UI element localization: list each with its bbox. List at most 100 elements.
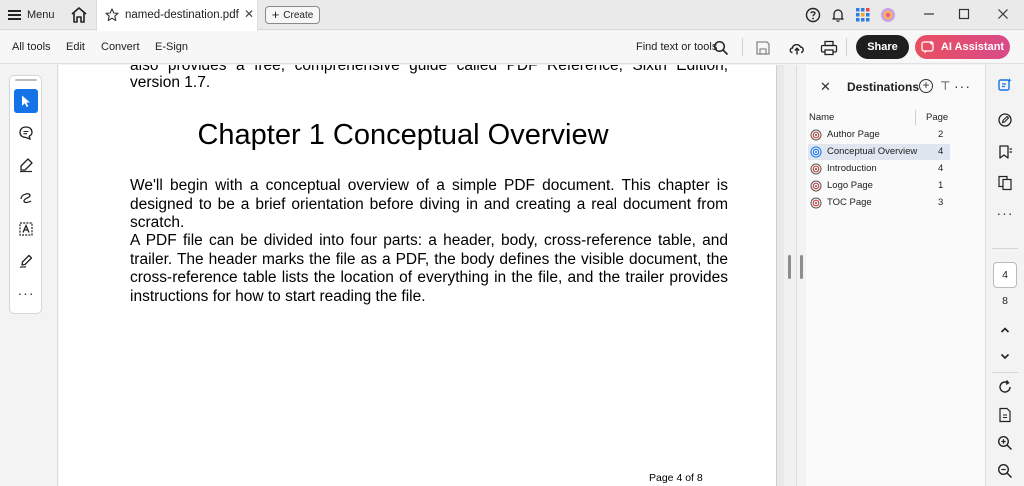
highlight-tool-button[interactable] [14,153,38,177]
maximize-button[interactable] [947,0,981,28]
chevron-up-icon [1000,327,1010,333]
panel-more-icon[interactable]: ··· [954,78,971,94]
destination-name: Introduction [827,163,877,174]
previous-page-button[interactable] [994,319,1016,341]
all-tools-link[interactable]: All tools [12,41,51,53]
panel-title: Destinations [847,80,920,94]
left-tool-rail: ··· [0,65,58,486]
rotate-icon [999,380,1011,393]
column-header-name[interactable]: Name [809,112,834,123]
help-button[interactable] [800,5,825,25]
destination-target-icon [810,163,822,175]
zoom-out-icon [997,463,1013,479]
search-button[interactable] [710,37,732,59]
total-pages: 8 [1002,295,1008,307]
tab-close-icon[interactable]: ✕ [243,8,255,20]
more-panels-icon[interactable]: ··· [994,202,1016,224]
destination-row-selected[interactable]: Conceptual Overview 4 [808,144,950,160]
document-tab[interactable]: named-destination.pdf ✕ [96,0,258,31]
zoom-out-button[interactable] [994,460,1016,482]
ai-edit-icon [998,78,1012,91]
document-viewer[interactable]: also provides a free, comprehensive guid… [59,65,796,486]
quick-tools-panel: ··· [9,75,42,314]
convert-link[interactable]: Convert [101,41,140,53]
panel-splitter[interactable] [796,65,806,486]
save-icon [756,41,770,55]
destination-page: 3 [938,197,944,208]
destination-name: Logo Page [827,180,873,191]
destination-target-icon [810,197,822,209]
minimize-button[interactable] [912,0,946,28]
rail-divider [992,248,1018,249]
current-page-input[interactable]: 4 [993,262,1017,288]
page-fit-icon [999,407,1011,423]
bookmarks-panel-button[interactable] [994,141,1016,163]
ai-assistant-icon [921,40,934,54]
print-icon [820,40,838,56]
notifications-button[interactable] [825,5,850,25]
paragraph-1: We'll begin with a conceptual overview o… [130,177,728,231]
share-button[interactable]: Share [856,35,909,59]
avatar [880,8,895,22]
rotate-button[interactable] [994,376,1016,398]
document-resize-handle[interactable] [788,255,791,279]
upload-button[interactable] [786,37,808,59]
title-bar: Menu named-destination.pdf ✕ + Create [0,0,1024,31]
column-header-page[interactable]: Page [926,112,948,123]
close-window-button[interactable] [986,0,1020,28]
page-fit-button[interactable] [994,404,1016,426]
pages-panel-button[interactable] [994,172,1016,194]
select-tool-button[interactable] [14,89,38,113]
destination-page: 4 [938,163,944,174]
tab-title: named-destination.pdf [125,9,239,21]
menu-button[interactable]: Menu [8,5,55,25]
destination-row[interactable]: TOC Page 3 [808,195,950,211]
close-icon [998,9,1008,19]
chapter-heading: Chapter 1 Conceptual Overview [197,119,609,151]
comment-tool-button[interactable] [14,121,38,145]
text-tool-button[interactable] [14,217,38,241]
comment-icon [19,126,33,141]
sign-tool-button[interactable] [14,249,38,273]
more-tools-icon[interactable]: ··· [14,281,38,305]
destination-target-icon [810,146,822,158]
paragraph-2: A PDF file can be divided into four part… [130,232,728,305]
destination-row[interactable]: Logo Page 1 [808,178,950,194]
right-rail: ··· 4 8 [987,65,1024,486]
edit-link[interactable]: Edit [66,41,85,53]
destination-name: TOC Page [827,197,872,208]
pages-icon [998,175,1012,191]
sort-icon[interactable]: ⊤ [940,79,950,93]
avatar-button[interactable] [875,5,900,25]
highlighter-icon [20,158,33,173]
apps-button[interactable] [850,5,875,25]
chevron-down-icon [1000,353,1010,360]
signature-pen-icon [19,254,33,268]
find-text-label[interactable]: Find text or tools [636,41,717,53]
next-page-button[interactable] [994,345,1016,367]
destination-page: 1 [938,180,944,191]
edit-comment-panel-button[interactable] [994,74,1016,96]
close-panel-icon[interactable]: ✕ [820,79,831,95]
destination-row[interactable]: Introduction 4 [808,161,950,177]
toolbar-divider [742,38,743,56]
ai-assistant-button[interactable]: AI Assistant [915,35,1010,59]
column-divider [915,110,916,125]
cloud-upload-icon [789,43,804,55]
rail-divider [992,372,1018,373]
save-button[interactable] [752,37,774,59]
print-button[interactable] [818,37,840,59]
esign-link[interactable]: E-Sign [155,41,188,53]
drag-handle[interactable] [15,79,37,81]
draw-tool-button[interactable] [14,185,38,209]
splitter-handle[interactable] [800,255,803,279]
add-destination-icon[interactable]: + [919,79,933,93]
home-button[interactable] [68,5,90,25]
star-icon[interactable] [105,8,119,22]
minimize-icon [924,13,934,15]
comments-panel-button[interactable] [994,109,1016,131]
destination-row[interactable]: Author Page 2 [808,127,950,143]
destination-target-icon [810,180,822,192]
zoom-in-button[interactable] [994,432,1016,454]
create-button[interactable]: + Create [265,6,320,24]
